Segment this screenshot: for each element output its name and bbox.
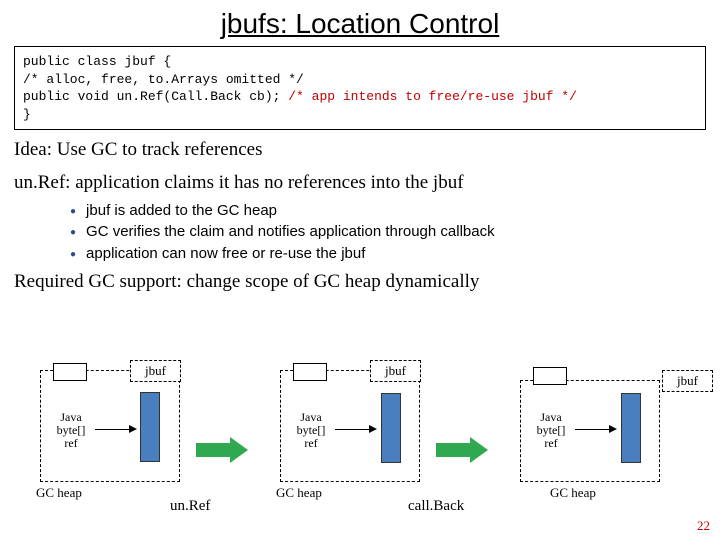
- ref-arrow-line-3: [575, 429, 611, 430]
- code-line-3: public void un.Ref(Call.Back cb); /* app…: [23, 88, 697, 106]
- small-box-2: [293, 363, 327, 381]
- gcheap-caption-2: GC heap: [276, 485, 322, 501]
- code-line-1: public class jbuf {: [23, 53, 697, 71]
- ref-arrow-head-1: [129, 425, 137, 433]
- jbuf-label-3: jbuf: [662, 370, 713, 392]
- code-line-3-highlight: /* app intends to free/re-use jbuf */: [288, 89, 577, 104]
- ref-label-2: Java byte[] ref: [287, 411, 335, 451]
- code-box: public class jbuf { /* alloc, free, to.A…: [14, 46, 706, 130]
- bullet-icon: ●: [70, 248, 76, 263]
- jbuf-label-2: jbuf: [370, 360, 421, 382]
- bullet-1: jbuf is added to the GC heap: [86, 200, 277, 222]
- ref-arrow-line-1: [95, 429, 131, 430]
- slide-title: jbufs: Location Control: [0, 0, 720, 46]
- diagram-area: Java byte[] ref jbuf GC heap un.Ref Java…: [0, 370, 720, 520]
- code-line-4: }: [23, 106, 697, 124]
- ref-arrow-head-3: [609, 425, 617, 433]
- page-number: 22: [697, 518, 710, 534]
- idea-line-2: un.Ref: application claims it has no ref…: [14, 171, 706, 196]
- ref-label-1: Java byte[] ref: [47, 411, 95, 451]
- ref-arrow-head-2: [369, 425, 377, 433]
- small-box-1: [53, 363, 87, 381]
- code-line-2: /* alloc, free, to.Arrays omitted */: [23, 71, 697, 89]
- bullet-3: application can now free or re-use the j…: [86, 243, 365, 265]
- small-box-3: [533, 367, 567, 385]
- gcheap-caption-3: GC heap: [550, 485, 596, 501]
- bullet-list: ● jbuf is added to the GC heap ● GC verifi…: [70, 200, 706, 265]
- bullet-icon: ●: [70, 226, 76, 241]
- code-line-3a: public void un.Ref(Call.Back cb);: [23, 89, 288, 104]
- caption-callback: call.Back: [408, 498, 464, 515]
- caption-unref: un.Ref: [170, 498, 210, 515]
- idea-line-1: Idea: Use GC to track references: [14, 138, 706, 163]
- gcheap-caption-1: GC heap: [36, 485, 82, 501]
- jbuf-bar-1: [140, 392, 160, 462]
- jbuf-bar-2: [381, 393, 401, 463]
- bullet-2: GC verifies the claim and notifies appli…: [86, 221, 495, 243]
- bullet-icon: ●: [70, 205, 76, 220]
- jbuf-label-1: jbuf: [130, 360, 181, 382]
- ref-arrow-line-2: [335, 429, 371, 430]
- gcheap-panel-3: Java byte[] ref: [520, 380, 660, 482]
- ref-label-3: Java byte[] ref: [527, 411, 575, 451]
- required-line: Required GC support: change scope of GC …: [14, 271, 706, 293]
- jbuf-bar-3: [621, 393, 641, 463]
- gcheap-panel-2: Java byte[] ref: [280, 370, 420, 482]
